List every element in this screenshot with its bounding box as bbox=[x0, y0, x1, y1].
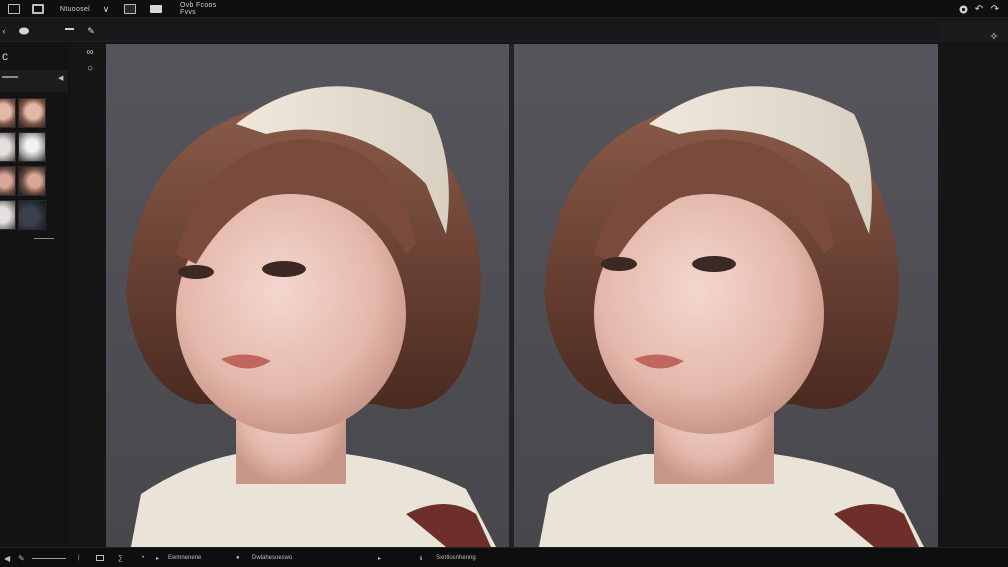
portrait-image-left bbox=[126, 86, 496, 547]
portrait-image-right bbox=[539, 86, 924, 547]
canvas-right[interactable] bbox=[514, 44, 938, 547]
timeline-line[interactable] bbox=[32, 553, 66, 563]
play-icon[interactable]: ◀ bbox=[4, 553, 12, 563]
collapse-icon[interactable]: ◀ bbox=[58, 74, 63, 82]
chevron-down-icon[interactable]: ∨ bbox=[101, 3, 111, 15]
redo-icon[interactable]: ↷ bbox=[990, 3, 1000, 15]
link-icon[interactable]: ∞ bbox=[84, 48, 96, 58]
cloud-icon[interactable] bbox=[18, 24, 30, 36]
status-label-2: Dwlahesoeswo bbox=[252, 555, 293, 561]
arrow-icon[interactable]: ▸ bbox=[156, 553, 162, 563]
panel-toggle-icon[interactable] bbox=[64, 25, 74, 37]
settings-icon[interactable] bbox=[958, 3, 968, 15]
thumbnail[interactable] bbox=[18, 98, 46, 128]
dot-icon[interactable]: ● bbox=[236, 553, 246, 563]
panel-header: ◀ bbox=[0, 70, 68, 92]
fps-icon[interactable]: ∑ bbox=[118, 553, 132, 563]
frame-icon[interactable] bbox=[150, 3, 162, 15]
secondary-toolbar: ‹ ✎ bbox=[0, 18, 1008, 42]
menu-label-1[interactable]: Ntuoosel bbox=[58, 3, 92, 15]
tool-strip: ∞ ○ bbox=[78, 42, 102, 547]
pen-icon[interactable]: ✎ bbox=[18, 553, 26, 563]
marker-icon[interactable]: • bbox=[142, 553, 148, 563]
top-toolbar: Ntuoosel ∨ Ovb Fcoos Fvvs ↶ ↷ bbox=[0, 0, 1008, 18]
status-bar: ◀ ✎ | ∑ • ▸ Ewmnenene ● Dwlahesoeswo ▸ ℹ… bbox=[0, 547, 1008, 567]
cursor-icon[interactable]: ▸ bbox=[378, 553, 386, 563]
circle-icon[interactable]: ○ bbox=[84, 64, 96, 74]
status-label-1: Ewmnenene bbox=[168, 555, 202, 561]
info-icon[interactable]: ℹ bbox=[420, 553, 428, 563]
properties-panel bbox=[940, 42, 1008, 547]
canvas-left[interactable] bbox=[106, 44, 509, 547]
image-icon[interactable] bbox=[124, 3, 136, 15]
brush-icon[interactable]: ✎ bbox=[86, 25, 96, 37]
window-icon[interactable] bbox=[8, 3, 20, 15]
status-label-3: Sxntlosnhenng bbox=[436, 555, 476, 561]
undo-icon[interactable]: ↶ bbox=[974, 3, 984, 15]
thumbnail[interactable] bbox=[18, 132, 46, 162]
c-logo-icon: c bbox=[2, 49, 8, 63]
thumbnail[interactable] bbox=[0, 200, 16, 230]
layers-icon[interactable] bbox=[32, 3, 44, 15]
screen-icon[interactable] bbox=[96, 553, 106, 563]
thumbnail[interactable] bbox=[0, 132, 16, 162]
thumbnail[interactable] bbox=[0, 98, 16, 128]
handle-icon[interactable]: | bbox=[78, 553, 86, 563]
thumbnail[interactable] bbox=[18, 166, 46, 196]
back-icon[interactable]: ‹ bbox=[0, 25, 8, 37]
thumbnail[interactable] bbox=[18, 200, 46, 230]
sparkle-icon[interactable]: ✧ bbox=[988, 30, 1000, 43]
menu-label-2[interactable]: Ovb Fcoos Fvvs bbox=[180, 2, 234, 16]
scroll-indicator[interactable] bbox=[34, 238, 54, 239]
thumbnail[interactable] bbox=[0, 166, 16, 196]
layers-panel: c ◀ bbox=[0, 42, 70, 547]
